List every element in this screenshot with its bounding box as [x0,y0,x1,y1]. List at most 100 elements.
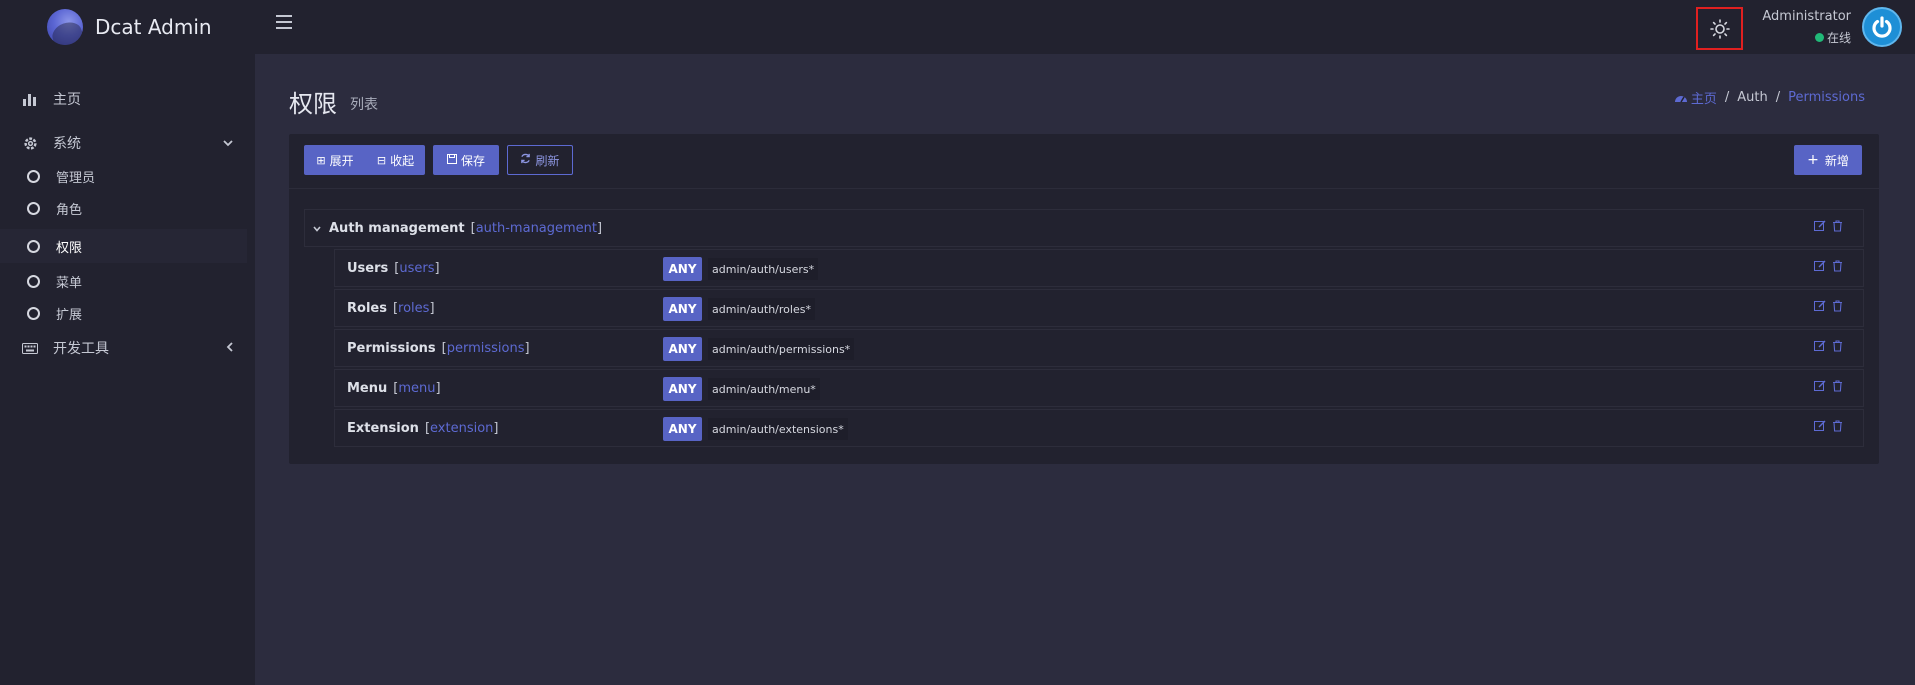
node-slug: [roles] [392,300,435,316]
sidebar-item-label: 主页 [53,92,81,108]
sidebar-item-administrators[interactable]: 管理员 [0,160,247,192]
plus-square-icon: ⊞ [316,153,326,167]
chevron-down-icon [223,136,233,150]
node-title: Auth management [329,220,465,236]
dashboard-icon [1674,96,1687,103]
http-path: admin/auth/users* [708,258,819,280]
sidebar-item-dev-tools[interactable]: 开发工具 [0,331,255,365]
page-title: 权限 [289,90,337,118]
avatar[interactable] [1862,7,1902,47]
brand[interactable]: Dcat Admin [0,0,255,54]
menu-toggle-icon[interactable] [276,15,292,29]
edit-icon[interactable] [1814,300,1826,316]
permissions-tree-card: ⊞ 展开 ⊟ 收起 保存 刷新 + 新增 Auth management [au… [289,134,1879,464]
power-icon [1872,16,1892,38]
http-method-badge: ANY [663,257,702,281]
http-path: admin/auth/permissions* [708,338,855,360]
trash-icon[interactable] [1832,260,1843,276]
row-actions [1814,370,1843,406]
node-title: Extension [347,420,419,436]
sidebar-menu: 主页 系统 管理员 角色 权限 菜单 扩展 开发工具 [0,82,255,365]
sidebar-item-extensions[interactable]: 扩展 [0,297,247,329]
online-status-dot [1814,33,1824,42]
http-path: admin/auth/menu* [708,378,820,400]
row-actions [1814,410,1843,446]
sidebar-item-label: 菜单 [56,275,83,291]
tree-node-root[interactable]: Auth management [auth-management] [304,209,1864,247]
expand-button[interactable]: ⊞ 展开 [304,145,366,175]
sidebar-item-system[interactable]: 系统 [0,126,255,160]
gear-icon [22,135,38,151]
tree-node[interactable]: Users [users] ANY admin/auth/users* [334,249,1864,287]
row-actions [1814,330,1843,366]
breadcrumb-home[interactable]: 主页 [1674,88,1717,107]
edit-icon[interactable] [1814,340,1826,356]
plus-icon: + [1807,152,1819,168]
node-slug: [menu] [393,380,441,396]
sidebar-item-home[interactable]: 主页 [0,82,255,116]
brand-name: Dcat Admin [95,15,212,39]
http-path: admin/auth/extensions* [708,418,848,440]
edit-icon[interactable] [1814,420,1826,436]
circle-icon [27,306,40,320]
sidebar-item-label: 开发工具 [53,341,109,357]
http-method-badge: ANY [663,337,702,361]
http-method-badge: ANY [663,417,702,441]
edit-icon[interactable] [1814,220,1826,236]
circle-icon [27,239,40,253]
refresh-button[interactable]: 刷新 [507,145,573,175]
edit-icon[interactable] [1814,380,1826,396]
sidebar-item-label: 系统 [53,136,81,152]
sidebar-item-menu[interactable]: 菜单 [0,265,247,297]
main-content: 权限 列表 主页 / Auth / Permissions ⊞ 展开 ⊟ 收起 [255,54,1915,685]
add-permission-button[interactable]: + 新增 [1794,145,1862,175]
save-icon [446,153,457,167]
sidebar-item-label: 角色 [56,202,83,218]
edit-icon[interactable] [1814,260,1826,276]
node-title: Roles [347,300,387,316]
minus-square-icon: ⊟ [376,153,387,167]
page-subtitle: 列表 [350,97,378,113]
circle-icon [27,201,40,215]
trash-icon[interactable] [1832,380,1843,396]
theme-toggle-button[interactable] [1696,7,1743,50]
trash-icon[interactable] [1832,300,1843,316]
sidebar-item-roles[interactable]: 角色 [0,192,247,224]
node-slug: [extension] [424,420,499,436]
trash-icon[interactable] [1832,340,1843,356]
sidebar-item-permissions[interactable]: 权限 [0,229,247,263]
node-title: Users [347,260,389,276]
user-name[interactable]: Administrator [1762,9,1851,24]
trash-icon[interactable] [1832,220,1843,236]
user-status-label: 在线 [1826,31,1851,45]
node-slug: [permissions] [441,340,530,356]
top-navbar: Administrator 在线 [255,0,1915,54]
breadcrumb-current: Permissions [1788,90,1865,105]
http-path: admin/auth/roles* [708,298,815,320]
breadcrumb: 主页 / Auth / Permissions [1674,88,1865,107]
breadcrumb-section[interactable]: Auth [1737,90,1767,105]
circle-icon [27,274,40,288]
tree-node[interactable]: Extension [extension] ANY admin/auth/ext… [334,409,1864,447]
sidebar: Dcat Admin 主页 系统 管理员 角色 权限 菜单 扩展 开发工具 [0,0,255,685]
user-status: 在线 [1814,29,1851,46]
tree-node[interactable]: Roles [roles] ANY admin/auth/roles* [334,289,1864,327]
refresh-icon [520,153,531,167]
node-slug: [users] [394,260,440,276]
breadcrumb-separator: / [1775,90,1781,105]
tree-node[interactable]: Menu [menu] ANY admin/auth/menu* [334,369,1864,407]
node-title: Menu [347,380,388,396]
trash-icon[interactable] [1832,420,1843,436]
tree-node[interactable]: Permissions [permissions] ANY admin/auth… [334,329,1864,367]
row-actions [1814,250,1843,286]
node-slug: [auth-management] [470,220,603,236]
sidebar-item-label: 权限 [56,240,83,256]
circle-icon [27,169,40,183]
http-method-badge: ANY [663,297,702,321]
node-title: Permissions [347,340,436,356]
sun-icon [1709,18,1730,39]
collapse-button[interactable]: ⊟ 收起 [366,145,425,175]
http-method-badge: ANY [663,377,702,401]
save-button[interactable]: 保存 [433,145,499,175]
chevron-down-icon[interactable] [313,222,321,235]
